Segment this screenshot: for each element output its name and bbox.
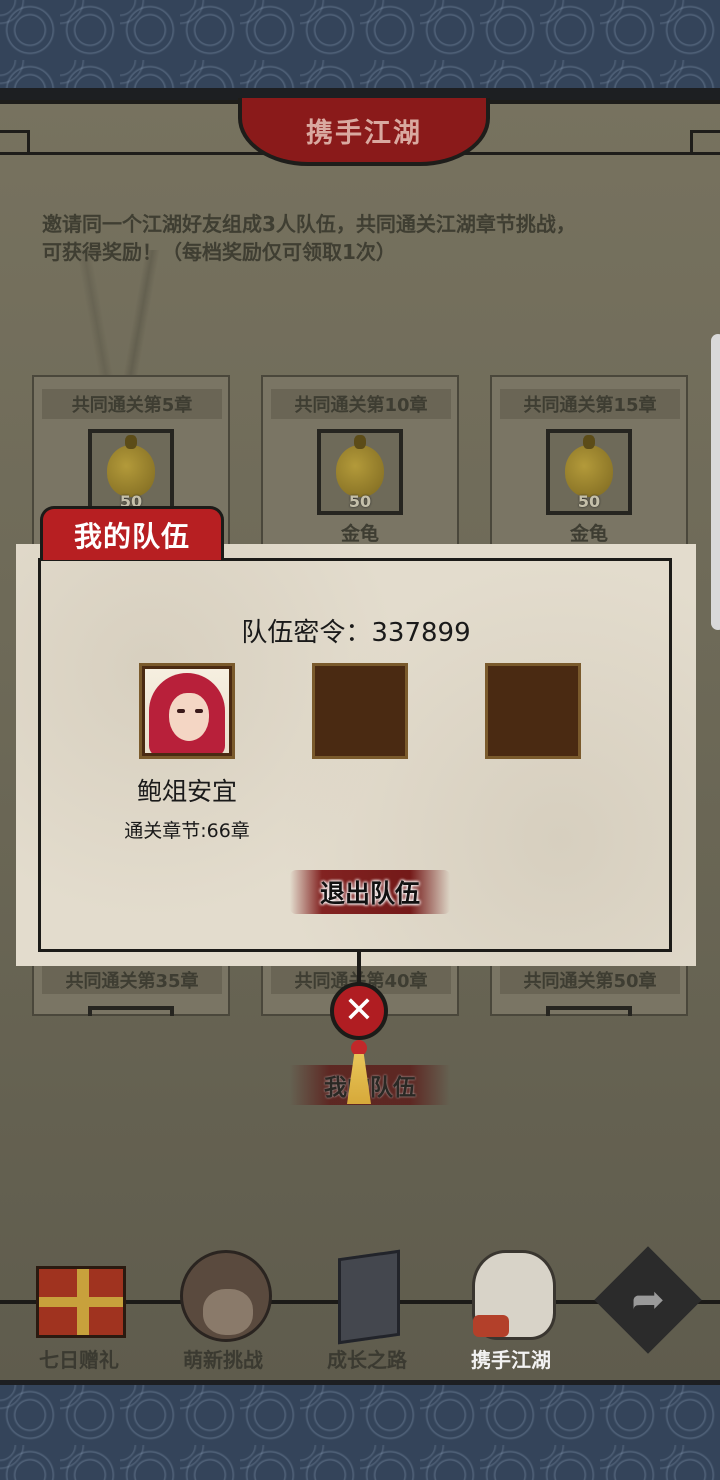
bottom-pattern-band — [0, 1385, 720, 1480]
frame-corner-left — [0, 130, 30, 154]
nav-label: 七日赠礼 — [39, 1348, 119, 1372]
reward-name: 金龟 — [569, 523, 608, 545]
girl-avatar-icon — [180, 1250, 272, 1342]
reward-card-title: 共同通关第50章 — [500, 966, 680, 994]
avatar-eye — [177, 709, 185, 713]
member-avatar — [145, 669, 229, 753]
team-code: 队伍密令：337899 — [241, 618, 471, 648]
intro-line-2: 可获得奖励！（每档奖励仅可领取1次） — [42, 240, 396, 264]
quit-team-button[interactable]: 退出队伍 — [290, 870, 450, 914]
reward-slot — [546, 1006, 632, 1016]
reward-card-title: 共同通关第10章 — [271, 389, 451, 419]
reward-card-35[interactable]: 共同通关第35章 — [32, 960, 230, 1016]
reward-card-title: 共同通关第15章 — [500, 389, 680, 419]
share-arrow-icon: ➦ — [631, 1277, 665, 1323]
member-slot-1[interactable] — [139, 663, 235, 759]
edge-swipe-handle[interactable] — [711, 334, 720, 630]
my-team-label: 我的队伍 — [324, 1075, 416, 1101]
nav-item-hand-in-hand[interactable]: 携手江湖 — [446, 1240, 576, 1380]
handshake-icon — [472, 1250, 556, 1340]
team-panel-title: 我的队伍 — [73, 519, 190, 553]
intro-text: 邀请同一个江湖好友组成3人队伍，共同通关江湖章节挑战， 可获得奖励！（每档奖励仅… — [42, 210, 682, 266]
golden-gourd-icon — [336, 435, 384, 497]
nav-label: 成长之路 — [327, 1348, 407, 1372]
reward-qty: 50 — [348, 492, 372, 511]
page-title: 携手江湖 — [306, 117, 422, 149]
nav-item-seven-day-gift[interactable]: 七日赠礼 — [14, 1240, 144, 1380]
reward-card-title: 共同通关第35章 — [42, 966, 222, 994]
golden-gourd-icon — [107, 435, 155, 497]
gift-box-icon — [36, 1266, 126, 1338]
close-icon: ✕ — [343, 990, 375, 1031]
nav-label: 萌新挑战 — [183, 1348, 263, 1372]
member-slot-2[interactable] — [312, 663, 408, 759]
reward-card-title: 共同通关第5章 — [42, 389, 222, 419]
team-panel-tab: 我的队伍 — [40, 506, 224, 560]
intro-line-1: 邀请同一个江湖好友组成3人队伍，共同通关江湖章节挑战， — [42, 212, 576, 236]
reward-slot — [88, 1006, 174, 1016]
avatar-face — [169, 693, 209, 741]
reward-slot: 50 — [88, 429, 174, 515]
nav-item-growth-path[interactable]: 成长之路 — [302, 1240, 432, 1380]
top-pattern-band — [0, 0, 720, 92]
reward-card-50[interactable]: 共同通关第50章 — [490, 960, 688, 1016]
member-slot-3[interactable] — [485, 663, 581, 759]
frame-corner-right — [690, 130, 720, 154]
reward-name: 金龟 — [340, 523, 379, 545]
close-button[interactable]: ✕ — [330, 982, 388, 1040]
book-icon — [338, 1249, 400, 1345]
reward-slot: 50 — [317, 429, 403, 515]
golden-gourd-icon — [565, 435, 613, 497]
reward-card-10[interactable]: 共同通关第10章 50 金龟 — [261, 375, 459, 550]
member-name: 鲍俎安宜 — [136, 777, 237, 806]
nav-item-newbie-challenge[interactable]: 萌新挑战 — [158, 1240, 288, 1380]
reward-qty: 50 — [577, 492, 601, 511]
member-level: 通关章节:66章 — [124, 820, 250, 842]
reward-slot: 50 — [546, 429, 632, 515]
bead-decoration — [351, 1040, 367, 1056]
page-title-tab: 携手江湖 — [238, 98, 490, 166]
quit-team-label: 退出队伍 — [319, 879, 420, 908]
avatar-eye — [195, 709, 203, 713]
reward-card-15[interactable]: 共同通关第15章 50 金龟 — [490, 375, 688, 550]
nav-label: 携手江湖 — [471, 1348, 551, 1372]
